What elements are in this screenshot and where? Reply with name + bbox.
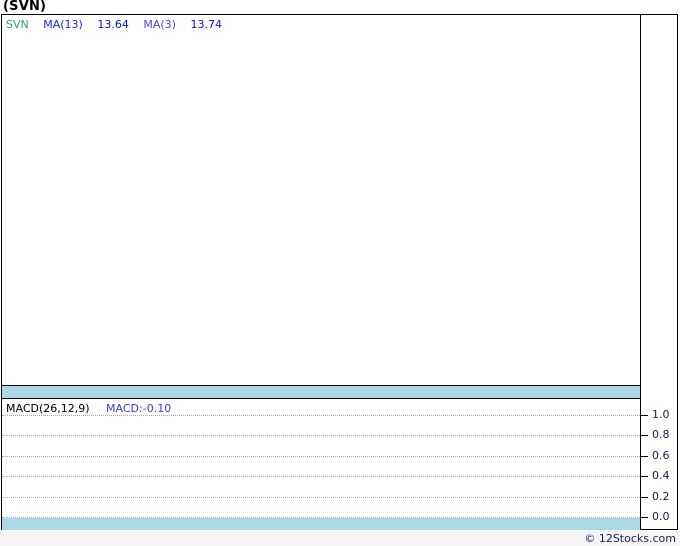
stock-chart-screen: (SVN) SVN MA(13) 13.64 MA(3) 13.74 MACD(… <box>0 0 680 546</box>
macd-panel-axis-band <box>2 518 640 530</box>
macd-gridline-0.4 <box>2 476 640 477</box>
y-axis-tick-0.6 <box>641 456 648 457</box>
macd-gridline-0.8 <box>2 435 640 436</box>
price-panel-legend: SVN MA(13) 13.64 MA(3) 13.74 <box>6 19 233 31</box>
y-axis-label-1.0: 1.0 <box>652 408 670 421</box>
macd-gridline-0.6 <box>2 456 640 457</box>
y-axis-tick-0.0 <box>641 517 648 518</box>
page-title: (SVN) <box>3 0 47 14</box>
y-axis-tick-1.0 <box>641 415 648 416</box>
legend-ma13-label: MA(13) <box>43 18 83 31</box>
legend-ma3-value: 13.74 <box>190 18 222 31</box>
y-axis-tick-0.2 <box>641 497 648 498</box>
y-axis-label-0.8: 0.8 <box>652 428 670 441</box>
y-axis-tick-0.8 <box>641 435 648 436</box>
y-axis-label-0.2: 0.2 <box>652 490 670 503</box>
copyright-link[interactable]: © 12Stocks.com <box>584 532 676 545</box>
legend-ma3-label: MA(3) <box>143 18 176 31</box>
macd-legend-label: MACD(26,12,9) <box>6 402 90 415</box>
legend-symbol-label: SVN <box>6 18 29 31</box>
y-axis-label-0.4: 0.4 <box>652 469 670 482</box>
y-axis-label-0.0: 0.0 <box>652 510 670 523</box>
y-axis-line <box>640 15 641 529</box>
macd-legend-value: MACD:-0.10 <box>106 402 172 415</box>
macd-gridline-1.0 <box>2 415 640 416</box>
y-axis-label-0.6: 0.6 <box>652 449 670 462</box>
chart-plot-container: SVN MA(13) 13.64 MA(3) 13.74 MACD(26,12,… <box>1 14 678 530</box>
legend-ma13-value: 13.64 <box>97 18 129 31</box>
macd-panel-legend: MACD(26,12,9) MACD:-0.10 <box>6 403 182 415</box>
macd-panel-top-border <box>2 398 640 399</box>
price-panel-axis-band <box>2 386 640 398</box>
y-axis-tick-0.4 <box>641 476 648 477</box>
macd-gridline-0.2 <box>2 497 640 498</box>
footer-strip: © 12Stocks.com <box>0 531 680 546</box>
